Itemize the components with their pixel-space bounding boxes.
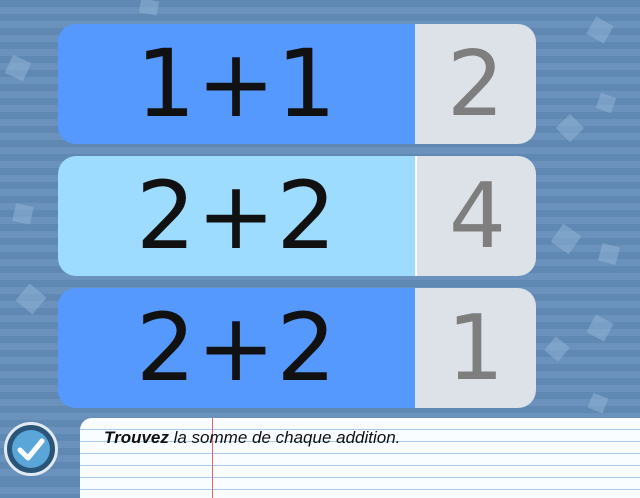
instruction-text: Trouvez la somme de chaque addition. [104,428,400,448]
background-square [586,314,614,342]
background-square [544,336,570,362]
equation-row-3[interactable]: 2+2 1 [58,288,536,408]
background-square [4,54,32,82]
background-square [586,16,614,44]
answer-tile[interactable]: 4 [415,156,536,276]
check-icon [12,430,50,468]
equation-expression: 2+2 [58,288,415,408]
answer-tile[interactable]: 2 [415,24,536,144]
instruction-bold: Trouvez [104,428,169,447]
background-square [550,223,582,255]
background-square [12,203,34,225]
background-square [597,242,621,266]
background-square [15,283,47,315]
background-square [555,113,585,143]
equation-expression: 1+1 [58,24,415,144]
equation-row-2[interactable]: 2+2 4 [58,156,536,276]
equation-row-1[interactable]: 1+1 2 [58,24,536,144]
background-square [587,392,609,414]
check-button[interactable] [4,422,58,476]
background-square [595,92,617,114]
instruction-panel: Trouvez la somme de chaque addition. [80,418,640,498]
answer-tile[interactable]: 1 [415,288,536,408]
equation-expression: 2+2 [58,156,415,276]
background-square [138,0,160,16]
instruction-rest: la somme de chaque addition. [168,428,401,447]
